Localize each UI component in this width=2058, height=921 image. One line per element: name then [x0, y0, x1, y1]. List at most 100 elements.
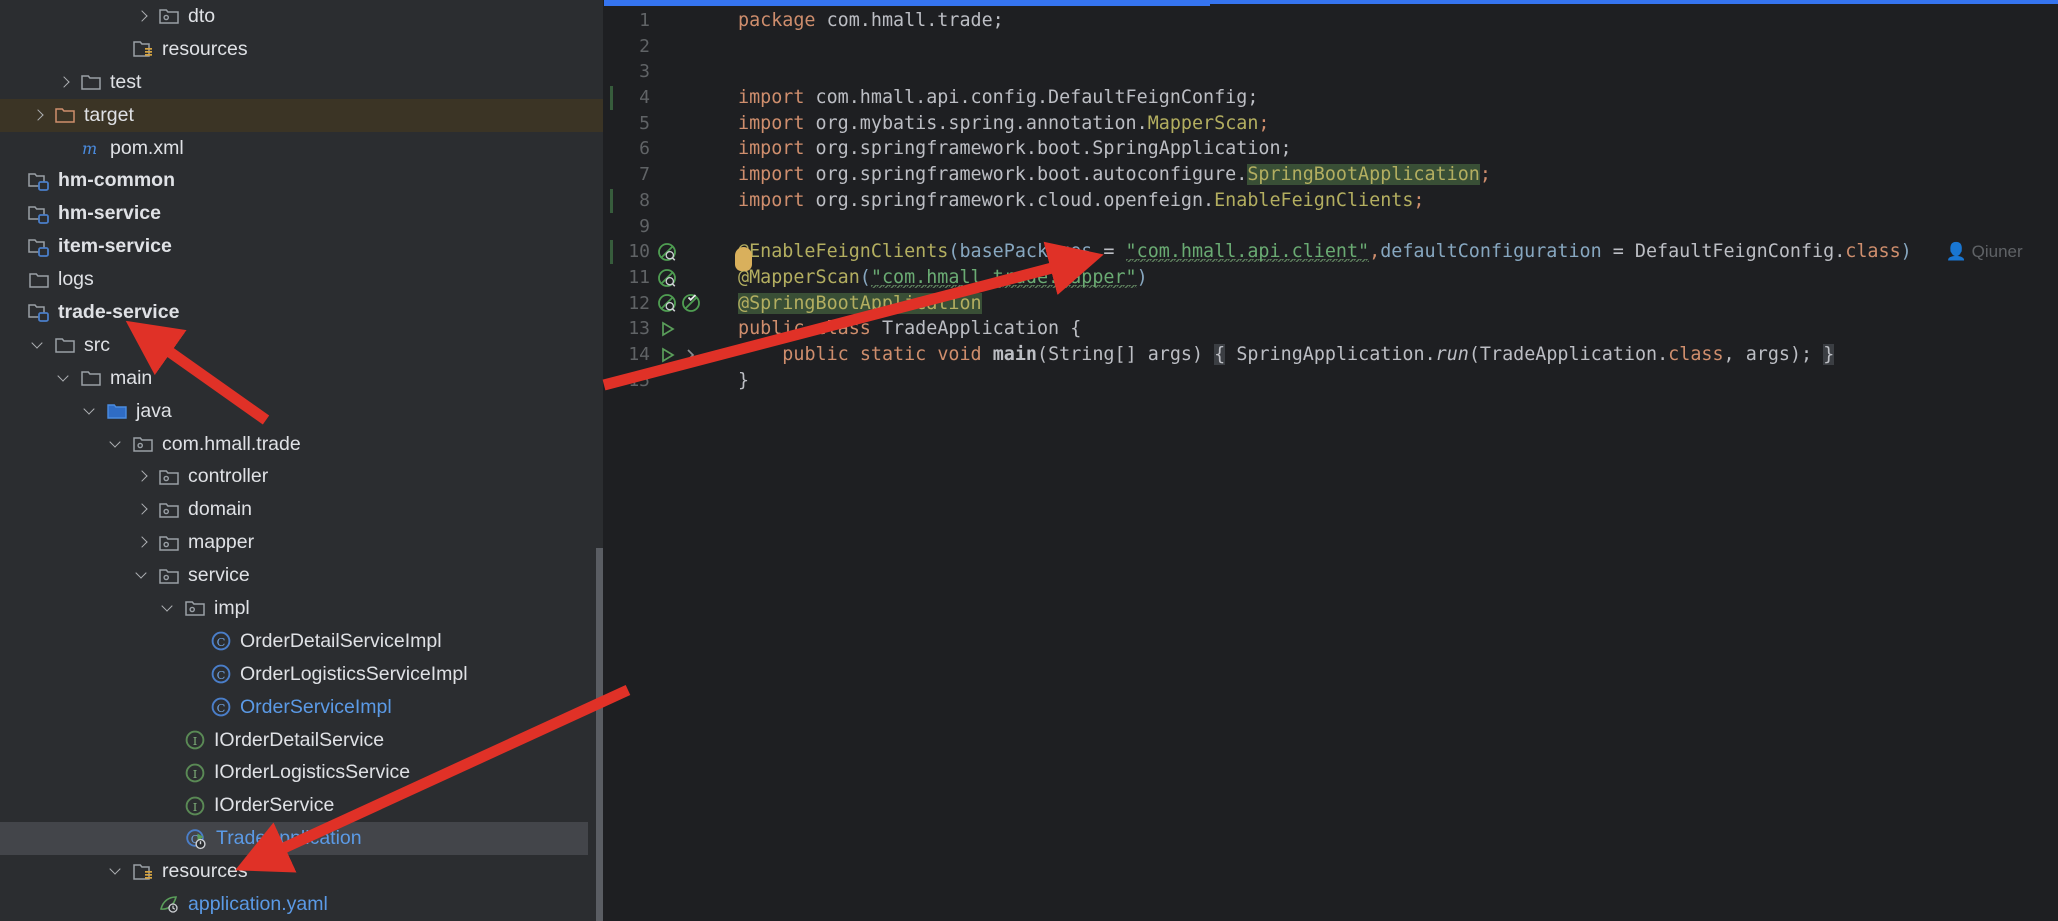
java-runnable-class-icon: C [184, 828, 208, 850]
tree-node-mapper[interactable]: mapper [0, 526, 604, 559]
package-folder-icon [132, 433, 154, 455]
tree-node-service[interactable]: service [0, 559, 604, 592]
tree-node-label: target [84, 103, 134, 126]
vcs-change-marker[interactable] [610, 188, 613, 213]
chevron-down-icon[interactable] [134, 567, 151, 584]
tree-node-label: dto [188, 4, 216, 27]
project-tree[interactable]: dto resources test target m pom.xml hm-commo… [0, 0, 604, 921]
tree-node-logs[interactable]: logs [0, 263, 604, 296]
code-line[interactable]: 6 import org.springframework.boot.SpringA… [604, 136, 2058, 162]
chevron-right-icon[interactable] [134, 468, 151, 485]
fold-icon[interactable] [680, 344, 702, 366]
code-line[interactable]: 8 import org.springframework.cloud.openfe… [604, 188, 2058, 214]
code-line[interactable]: 1 package com.hmall.trade; [604, 8, 2058, 34]
gutter-icons [652, 267, 710, 289]
module-icon [28, 203, 50, 225]
line-number: 1 [639, 10, 650, 31]
chevron-right-icon[interactable] [56, 74, 73, 91]
run-icon[interactable] [656, 344, 678, 366]
tree-node-iorderservice[interactable]: I IOrderService [0, 789, 604, 822]
tree-node-label: OrderLogisticsServiceImpl [240, 662, 468, 685]
tree-node-controller[interactable]: controller [0, 460, 604, 493]
tree-node-label: IOrderDetailService [214, 728, 385, 751]
tree-node-impl[interactable]: impl [0, 592, 604, 625]
tree-node-src[interactable]: src [0, 329, 604, 362]
spring-bean-icon[interactable] [656, 267, 678, 289]
chevron-right-icon[interactable] [30, 107, 47, 124]
code-text: public class TradeApplication { [738, 318, 1082, 340]
spring-bean-icon[interactable] [656, 292, 678, 314]
tree-node-pom-xml[interactable]: m pom.xml [0, 132, 604, 165]
code-line[interactable]: 3 [604, 59, 2058, 85]
tree-node-main[interactable]: main [0, 362, 604, 395]
package-folder-icon [158, 565, 180, 587]
tree-node-resources[interactable]: resources [0, 33, 604, 66]
code-line[interactable]: 5 import org.mybatis.spring.annotation.Ma… [604, 111, 2058, 137]
chevron-placeholder-icon [160, 797, 177, 814]
chevron-right-icon[interactable] [134, 534, 151, 551]
spring-bean-icon[interactable] [656, 241, 678, 263]
code-lines[interactable]: 1 package com.hmall.trade; 2 3 4 import com.h… [604, 8, 2058, 393]
tree-node-domain[interactable]: domain [0, 493, 604, 526]
tree-node-com-hmall-trade[interactable]: com.hmall.trade [0, 428, 604, 461]
tree-node-tradeapplication[interactable]: C TradeApplication [0, 822, 588, 856]
tree-node-iorderlogisticsservice[interactable]: I IOrderLogisticsService [0, 756, 604, 789]
code-line[interactable]: 7 import org.springframework.boot.autocon… [604, 162, 2058, 188]
run-icon[interactable] [656, 318, 678, 340]
tree-node-label: application.yaml [188, 892, 328, 915]
tree-node-java[interactable]: java [0, 395, 604, 428]
tree-node-target[interactable]: target [0, 98, 604, 132]
chevron-down-icon[interactable] [108, 863, 125, 880]
java-class-icon: C [210, 630, 232, 652]
line-number: 6 [639, 138, 650, 160]
line-number: 5 [639, 112, 650, 134]
code-line[interactable]: 12 @SpringBootApplication [604, 291, 2058, 317]
tree-node-item-service[interactable]: item-service [0, 230, 604, 263]
tree-node-orderdetailserviceimpl[interactable]: C OrderDetailServiceImpl [0, 625, 604, 658]
chevron-down-icon[interactable] [30, 337, 47, 354]
tree-node-hm-service[interactable]: hm-service [0, 197, 604, 230]
tree-node-label: controller [188, 465, 269, 488]
chevron-placeholder-icon [4, 238, 21, 255]
chevron-down-icon[interactable] [108, 436, 125, 453]
tree-node-iorderdetailservice[interactable]: I IOrderDetailService [0, 724, 604, 757]
vcs-change-marker[interactable] [610, 86, 613, 111]
tree-node-dto[interactable]: dto [0, 0, 604, 33]
chevron-right-icon[interactable] [134, 8, 151, 25]
code-line[interactable]: 4 import com.hmall.api.config.DefaultFeig… [604, 85, 2058, 111]
tree-node-trade-service[interactable]: trade-service [0, 296, 604, 329]
code-line[interactable]: 2 [604, 34, 2058, 60]
chevron-right-icon[interactable] [134, 501, 151, 518]
spring-config-icon[interactable] [680, 292, 702, 314]
java-interface-icon: I [184, 762, 206, 784]
code-line[interactable]: 14 public static void main(String[] args… [604, 342, 2058, 368]
tree-node-orderserviceimpl[interactable]: C OrderServiceImpl [0, 691, 604, 724]
code-line[interactable]: 10 @EnableFeignClients(basePackages = "c… [604, 239, 2058, 265]
chevron-placeholder-icon [4, 172, 21, 189]
code-line[interactable]: 11 @MapperScan("com.hmall.trade.mapper") [604, 265, 2058, 291]
inlay-author-hint: 👤 Qiuner [1945, 242, 2023, 262]
chevron-down-icon[interactable] [82, 403, 99, 420]
tree-node-test[interactable]: test [0, 66, 604, 99]
chevron-down-icon[interactable] [56, 370, 73, 387]
project-tool-window[interactable]: dto resources test target m pom.xml hm-commo… [0, 0, 604, 921]
tree-node-label: logs [58, 268, 94, 291]
tree-node-application-yaml[interactable]: application.yaml [0, 888, 604, 921]
chevron-down-icon[interactable] [160, 600, 177, 617]
code-text: import org.springframework.boot.SpringAp… [738, 138, 1292, 160]
vcs-change-marker[interactable] [610, 240, 613, 265]
sources-folder-icon [106, 400, 128, 422]
tree-node-orderlogisticsserviceimpl[interactable]: C OrderLogisticsServiceImpl [0, 658, 604, 691]
code-line[interactable]: 15} [604, 368, 2058, 394]
code-line[interactable]: 9 [604, 214, 2058, 240]
code-editor[interactable]: 1 package com.hmall.trade; 2 3 4 import com.h… [604, 0, 2058, 921]
tree-node-label: com.hmall.trade [162, 432, 301, 455]
tree-node-label: test [110, 70, 142, 93]
tree-node-resources[interactable]: resources [0, 855, 604, 888]
code-line[interactable]: 13 public class TradeApplication { [604, 316, 2058, 342]
tree-node-hm-common[interactable]: hm-common [0, 164, 604, 197]
